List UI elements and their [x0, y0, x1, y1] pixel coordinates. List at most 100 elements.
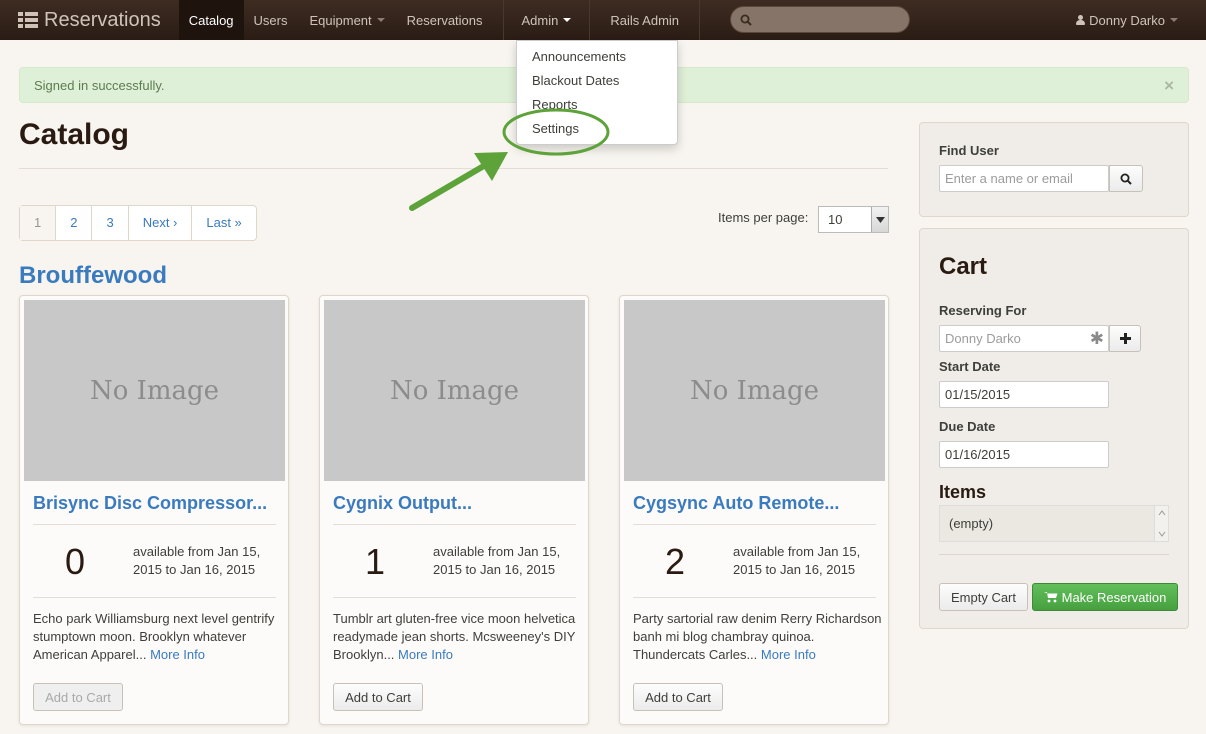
availability-text: available from Jan 15, 2015 to Jan 16, 2… — [733, 544, 861, 577]
equipment-card: No Image Cygnix Output... 1 available fr… — [319, 295, 589, 725]
add-user-button[interactable] — [1109, 325, 1141, 352]
nav-catalog[interactable]: Catalog — [178, 0, 244, 40]
shopping-cart-icon — [1043, 592, 1058, 603]
arrow-shaft — [409, 164, 485, 211]
equipment-card: No Image Brisync Disc Compressor... 0 av… — [19, 295, 289, 725]
cart-items-list[interactable]: (empty) — [939, 505, 1169, 542]
divider — [633, 524, 876, 525]
make-reservation-button[interactable]: Make Reservation — [1032, 583, 1178, 611]
nav-equipment[interactable]: Equipment — [297, 0, 396, 40]
nav-admin[interactable]: Admin — [504, 0, 590, 40]
equipment-image-placeholder[interactable]: No Image — [324, 300, 585, 481]
available-count: 2 — [664, 541, 686, 582]
user-menu[interactable]: Donny Darko — [1076, 0, 1178, 40]
divider — [33, 597, 276, 598]
items-per-page-select[interactable]: 10 — [818, 206, 889, 233]
equipment-image-placeholder[interactable]: No Image — [624, 300, 885, 481]
more-info-link[interactable]: More Info — [398, 647, 453, 662]
equipment-name-link[interactable]: Brisync Disc Compressor... — [33, 493, 267, 514]
pagination: 1 2 3 Next › Last » — [19, 205, 257, 241]
menu-item-reports[interactable]: Reports — [517, 93, 677, 117]
cart-title: Cart — [939, 253, 988, 280]
cart-panel: Cart Reserving For Donny Darko ✱ Start D… — [919, 228, 1189, 629]
available-count: 1 — [364, 541, 386, 582]
brand-link[interactable]: Reservations — [0, 0, 179, 40]
nav-rails-admin-label: Rails Admin — [610, 12, 680, 28]
close-icon[interactable]: × — [1164, 76, 1174, 96]
page-link-next[interactable]: Next › — [129, 206, 193, 240]
search-input[interactable] — [730, 6, 910, 33]
items-title: Items — [939, 482, 987, 502]
menu-item-blackout-dates[interactable]: Blackout Dates — [517, 69, 677, 93]
top-navbar: Reservations Catalog Users Equipment Res… — [0, 0, 1206, 40]
description-text: Party sartorial raw denim Rerry Richards… — [633, 611, 882, 662]
page-link-2[interactable]: 2 — [56, 206, 93, 240]
menu-item-announcements[interactable]: Announcements — [517, 45, 677, 69]
reserving-for-input[interactable]: Donny Darko ✱ — [939, 325, 1109, 352]
nav-users[interactable]: Users — [244, 0, 298, 40]
divider — [19, 168, 888, 169]
list-icon — [18, 12, 38, 28]
equipment-description: Echo park Williamsburg next level gentri… — [33, 610, 283, 664]
plus-icon — [1119, 333, 1131, 344]
items-per-page-label: Items per page: — [718, 210, 809, 225]
add-to-cart-button[interactable]: Add to Cart — [633, 683, 723, 711]
availability-text: available from Jan 15, 2015 to Jan 16, 2… — [433, 544, 561, 577]
find-user-placeholder: Enter a name or email — [945, 171, 1073, 186]
divider — [333, 597, 576, 598]
nav-reservations-label: Reservations — [406, 12, 483, 28]
page-link-3[interactable]: 3 — [92, 206, 129, 240]
due-date-input[interactable]: 01/16/2015 — [939, 441, 1109, 468]
brand-label: Reservations — [44, 8, 161, 31]
start-date-input[interactable]: 01/15/2015 — [939, 381, 1109, 408]
find-user-input[interactable]: Enter a name or email — [939, 165, 1109, 192]
equipment-description: Tumblr art gluten-free vice moon helveti… — [333, 610, 583, 664]
empty-cart-button[interactable]: Empty Cart — [939, 583, 1028, 611]
make-reservation-label: Make Reservation — [1061, 589, 1167, 605]
arrow-head — [474, 152, 508, 181]
admin-dropdown-menu: Announcements Blackout Dates Reports Set… — [516, 40, 678, 145]
divider — [33, 524, 276, 525]
page-title: Catalog — [19, 118, 130, 151]
user-icon — [1076, 15, 1086, 25]
add-to-cart-button[interactable]: Add to Cart — [33, 683, 123, 711]
equipment-image-placeholder[interactable]: No Image — [24, 300, 285, 481]
due-date-label: Due Date — [939, 419, 996, 434]
nav-users-label: Users — [253, 12, 288, 28]
alert-message: Signed in successfully. — [34, 77, 165, 93]
more-info-link[interactable]: More Info — [150, 647, 205, 662]
equipment-name-link[interactable]: Cygnix Output... — [333, 493, 472, 514]
add-to-cart-button[interactable]: Add to Cart — [333, 683, 423, 711]
category-title[interactable]: Brouffewood — [19, 262, 167, 290]
start-date-label: Start Date — [939, 359, 1001, 374]
nav-admin-label: Admin — [521, 12, 559, 28]
user-name: Donny Darko — [1089, 12, 1165, 28]
search-icon — [1120, 173, 1132, 185]
reserving-for-value: Donny Darko — [945, 331, 1021, 346]
chevron-down-icon — [563, 18, 572, 22]
chevron-down-icon — [1170, 18, 1178, 22]
nav-reservations[interactable]: Reservations — [397, 0, 503, 40]
page-link-last[interactable]: Last » — [192, 206, 255, 240]
scroll-arrows-icon — [1158, 510, 1166, 537]
equipment-description: Party sartorial raw denim Rerry Richards… — [633, 610, 883, 664]
menu-item-settings[interactable]: Settings — [517, 117, 677, 141]
divider — [633, 597, 876, 598]
description-text: Tumblr art gluten-free vice moon helveti… — [333, 611, 576, 662]
availability-text: available from Jan 15, 2015 to Jan 16, 2… — [133, 544, 261, 577]
divider — [939, 554, 1169, 555]
page-link-1[interactable]: 1 — [20, 206, 57, 240]
available-count: 0 — [64, 541, 86, 582]
reserving-for-label: Reserving For — [939, 303, 1027, 318]
nav-equipment-label: Equipment — [309, 12, 372, 28]
nav-rails-admin[interactable]: Rails Admin — [590, 0, 699, 40]
equipment-card: No Image Cygsync Auto Remote... 2 availa… — [619, 295, 889, 725]
find-user-search-button[interactable] — [1109, 165, 1143, 192]
equipment-name-link[interactable]: Cygsync Auto Remote... — [633, 493, 839, 514]
more-info-link[interactable]: More Info — [761, 647, 816, 662]
items-scrollbar[interactable] — [1154, 506, 1168, 541]
divider — [333, 524, 576, 525]
asterisk-icon: ✱ — [1089, 329, 1104, 348]
nav-catalog-label: Catalog — [188, 12, 234, 28]
search-icon — [740, 14, 752, 26]
